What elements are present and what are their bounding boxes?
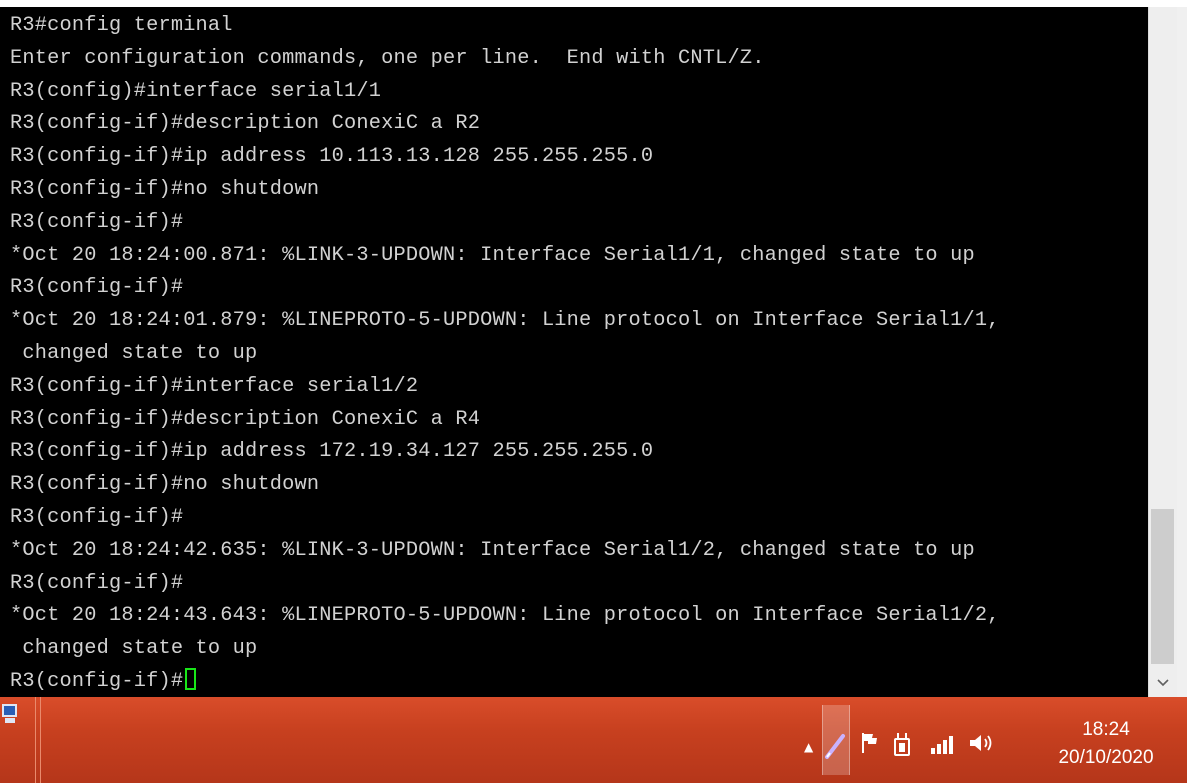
system-tray: ▲ 18:24 20/10/2020 [790,697,1187,783]
terminal-line: R3(config-if)#no shutdown [10,177,320,201]
terminal-line: *Oct 20 18:24:01.879: %LINEPROTO-5-UPDOW… [10,309,1000,333]
terminal-line: R3(config-if)# [10,571,184,595]
terminal-window: R3#config terminal Enter configuration c… [0,7,1187,697]
desktop-screen: R3#config terminal Enter configuration c… [0,0,1187,783]
terminal-line: *Oct 20 18:24:42.635: %LINK-3-UPDOWN: In… [10,538,975,562]
computer-icon[interactable] [0,701,22,727]
terminal-line: R3(config-if)#interface serial1/2 [10,374,419,398]
terminal-cursor [185,667,197,690]
volume-icon[interactable] [968,731,996,760]
chevron-up-icon[interactable]: ▲ [804,735,813,759]
taskbar-divider [35,697,41,783]
terminal-line: R3#config terminal [10,14,233,37]
scrollbar-thumb[interactable] [1151,509,1174,664]
taskbar-clock[interactable]: 18:24 20/10/2020 [1048,717,1164,773]
terminal-line: R3(config-if)#ip address 10.113.13.128 2… [10,145,654,169]
terminal-prompt: R3(config-if)# [10,669,184,693]
signal-icon[interactable] [930,733,956,762]
terminal-lines: R3#config terminal Enter configuration c… [10,10,1000,697]
terminal-line: R3(config-if)# [10,210,184,234]
terminal-line: R3(config-if)#ip address 172.19.34.127 2… [10,440,654,464]
terminal-line: R3(config-if)#description ConexiC a R2 [10,112,481,136]
vertical-scrollbar[interactable] [1148,7,1177,697]
terminal-line: R3(config-if)#no shutdown [10,473,320,497]
chevron-down-icon[interactable] [1149,667,1177,697]
terminal-prompt-line[interactable]: R3(config-if)# [10,666,1000,697]
terminal-line: changed state to up [10,637,258,661]
terminal-line: R3(config-if)# [10,505,184,529]
terminal-line: R3(config)#interface serial1/1 [10,79,382,103]
clock-date: 20/10/2020 [1058,747,1154,768]
power-icon[interactable] [892,731,912,762]
terminal-output[interactable]: R3#config terminal Enter configuration c… [0,7,1148,697]
terminal-line: *Oct 20 18:24:00.871: %LINK-3-UPDOWN: In… [10,243,975,267]
terminal-line: R3(config-if)#description ConexiC a R4 [10,407,481,431]
clock-time: 18:24 [1082,719,1130,740]
pen-icon[interactable] [824,733,846,764]
terminal-line: *Oct 20 18:24:43.643: %LINEPROTO-5-UPDOW… [10,604,1000,628]
flag-icon[interactable] [860,731,880,760]
terminal-line: changed state to up [10,341,258,365]
terminal-line: Enter configuration commands, one per li… [10,46,765,70]
taskbar: ▲ 18:24 20/10/2020 [0,697,1187,783]
terminal-line: R3(config-if)# [10,276,184,300]
